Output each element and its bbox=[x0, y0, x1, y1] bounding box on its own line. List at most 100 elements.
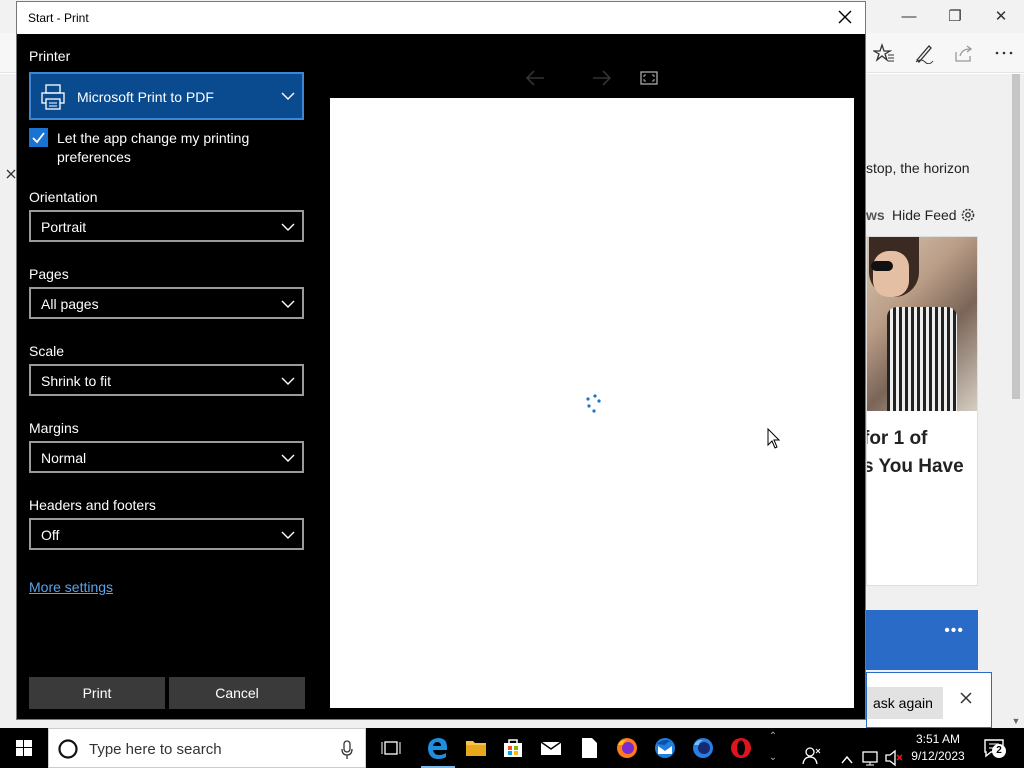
hide-feed-button[interactable]: Hide Feed bbox=[892, 207, 957, 223]
taskbar: Type here to search ⌃ ⌄ 3:51 AM 9/12/202… bbox=[0, 728, 1024, 768]
taskbar-opera[interactable] bbox=[722, 728, 760, 768]
printer-select[interactable]: Microsoft Print to PDF bbox=[29, 72, 304, 120]
more-menu-icon[interactable] bbox=[993, 42, 1015, 64]
share-icon[interactable] bbox=[953, 42, 975, 64]
more-dots-icon[interactable]: ••• bbox=[944, 622, 964, 640]
dialog-title: Start - Print bbox=[28, 11, 89, 25]
notification-popup: ask again bbox=[866, 672, 992, 728]
cortana-circle-icon bbox=[58, 739, 78, 759]
printer-value: Microsoft Print to PDF bbox=[77, 89, 214, 105]
news-label: ws bbox=[866, 207, 885, 223]
windows-logo-icon bbox=[16, 740, 32, 756]
clock-time: 3:51 AM bbox=[915, 732, 961, 746]
dialog-titlebar: Start - Print bbox=[17, 2, 865, 34]
edge-icon bbox=[428, 738, 447, 759]
taskbar-mail[interactable] bbox=[532, 728, 570, 768]
print-button[interactable]: Print bbox=[29, 677, 165, 709]
store-bag-icon bbox=[504, 739, 522, 757]
news-card[interactable]: for 1 of s You Have bbox=[866, 236, 978, 586]
print-dialog: Start - Print Printer Microsoft Print to… bbox=[16, 1, 866, 720]
favorites-icon[interactable] bbox=[873, 42, 895, 64]
headline-text[interactable]: stop, the horizon bbox=[866, 160, 970, 176]
firefox-icon bbox=[617, 738, 637, 758]
printer-icon bbox=[41, 84, 65, 110]
taskbar-firefox[interactable] bbox=[608, 728, 646, 768]
clock-date: 9/12/2023 bbox=[911, 749, 965, 763]
orientation-select[interactable]: Portrait bbox=[29, 210, 304, 242]
printer-label: Printer bbox=[29, 48, 71, 64]
taskbar-document[interactable] bbox=[570, 728, 608, 768]
let-app-change-checkbox[interactable] bbox=[29, 128, 48, 147]
task-view-button[interactable] bbox=[372, 728, 410, 768]
margins-select[interactable]: Normal bbox=[29, 441, 304, 473]
folder-icon bbox=[466, 741, 486, 756]
chevron-down-icon bbox=[281, 92, 295, 100]
taskbar-search-box[interactable]: Type here to search bbox=[48, 728, 366, 768]
orientation-value: Portrait bbox=[41, 219, 87, 235]
news-feed-bar: ws Hide Feed bbox=[866, 205, 986, 227]
browser-scrollbar[interactable]: ▲ ▼ bbox=[1008, 74, 1024, 728]
taskbar-store[interactable] bbox=[494, 728, 532, 768]
taskbar-file-explorer[interactable] bbox=[457, 728, 495, 768]
print-preview-pane bbox=[330, 98, 854, 708]
dismiss-icon[interactable] bbox=[959, 691, 973, 705]
ask-again-button[interactable]: ask again bbox=[867, 687, 943, 719]
show-hidden-icons-icon[interactable] bbox=[840, 740, 854, 768]
headers-footers-value: Off bbox=[41, 527, 60, 543]
fit-to-screen-icon[interactable] bbox=[638, 68, 660, 88]
action-center-button[interactable]: 2 bbox=[980, 728, 1010, 768]
task-view-icon bbox=[381, 741, 401, 755]
scroll-thumb[interactable] bbox=[1012, 74, 1020, 399]
close-window-icon[interactable]: ✕ bbox=[990, 6, 1012, 28]
volume-muted-icon[interactable] bbox=[884, 738, 904, 768]
let-app-change-label[interactable]: Let the app change my printing preferenc… bbox=[57, 129, 297, 167]
mail-icon bbox=[540, 741, 562, 755]
opera-icon bbox=[731, 738, 751, 758]
taskbar-thunderbird[interactable] bbox=[646, 728, 684, 768]
chevron-down-icon bbox=[281, 377, 295, 385]
start-button[interactable] bbox=[0, 728, 48, 768]
notification-count-badge: 2 bbox=[992, 744, 1006, 758]
headers-footers-label: Headers and footers bbox=[29, 497, 156, 513]
restore-icon[interactable]: ❐ bbox=[944, 6, 966, 28]
document-icon bbox=[582, 738, 597, 758]
pages-label: Pages bbox=[29, 266, 69, 282]
minimize-icon[interactable]: — bbox=[898, 6, 920, 28]
taskbar-scroll-arrows[interactable]: ⌃ ⌄ bbox=[764, 728, 782, 768]
thunderbird-icon bbox=[655, 738, 675, 758]
margins-value: Normal bbox=[41, 450, 87, 466]
headers-footers-select[interactable]: Off bbox=[29, 518, 304, 550]
taskbar-edge[interactable] bbox=[419, 728, 457, 768]
firefox-developer-icon bbox=[693, 738, 713, 758]
previous-page-icon[interactable] bbox=[524, 68, 546, 88]
taskbar-firefox-dev[interactable] bbox=[684, 728, 722, 768]
next-page-icon[interactable] bbox=[591, 68, 613, 88]
cancel-button[interactable]: Cancel bbox=[169, 677, 305, 709]
microphone-icon[interactable] bbox=[340, 740, 354, 760]
pages-value: All pages bbox=[41, 296, 99, 312]
margins-label: Margins bbox=[29, 420, 79, 436]
chevron-down-icon bbox=[281, 300, 295, 308]
chevron-down-icon bbox=[281, 454, 295, 462]
taskbar-clock[interactable]: 3:51 AM 9/12/2023 bbox=[904, 731, 972, 765]
search-placeholder: Type here to search bbox=[89, 741, 222, 758]
orientation-label: Orientation bbox=[29, 189, 98, 205]
news-card-title: for 1 of s You Have bbox=[866, 428, 964, 477]
more-settings-link[interactable]: More settings bbox=[29, 579, 113, 595]
news-card-photo bbox=[867, 237, 977, 411]
promo-banner[interactable]: ••• bbox=[866, 610, 978, 670]
settings-gear-icon[interactable] bbox=[960, 207, 976, 223]
loading-spinner-icon bbox=[586, 394, 601, 413]
mouse-cursor-icon bbox=[767, 428, 781, 449]
network-icon[interactable] bbox=[861, 738, 881, 768]
scale-label: Scale bbox=[29, 343, 65, 359]
scroll-down-icon[interactable]: ▼ bbox=[1008, 714, 1024, 728]
checkmark-icon bbox=[32, 132, 45, 144]
close-icon[interactable] bbox=[837, 9, 853, 25]
scale-select[interactable]: Shrink to fit bbox=[29, 364, 304, 396]
notes-pen-icon[interactable] bbox=[913, 42, 935, 64]
people-icon[interactable] bbox=[800, 736, 824, 768]
pages-select[interactable]: All pages bbox=[29, 287, 304, 319]
chevron-down-icon bbox=[281, 223, 295, 231]
scale-value: Shrink to fit bbox=[41, 373, 112, 389]
